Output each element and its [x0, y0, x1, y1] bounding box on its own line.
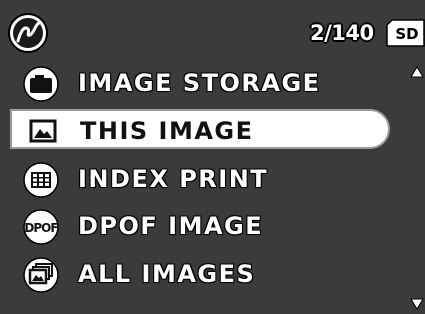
- single-image-icon: [29, 119, 57, 143]
- camera-menu-screen: 2/140 SD IMAGE STORAGE THIS IMAGE INDEX …: [0, 0, 425, 314]
- scroll-down-arrow-icon[interactable]: [410, 298, 424, 310]
- menu-item-index-print[interactable]: INDEX PRINT: [0, 158, 395, 200]
- multiple-images-icon: [23, 257, 59, 293]
- menu-item-this-image[interactable]: THIS IMAGE: [10, 109, 390, 149]
- menu-item-dpof-image[interactable]: DPOF DPOF IMAGE: [0, 205, 395, 247]
- index-grid-icon: [23, 162, 59, 198]
- menu-item-label: ALL IMAGES: [78, 260, 256, 288]
- menu-item-label: THIS IMAGE: [80, 117, 254, 145]
- menu-item-label: IMAGE STORAGE: [78, 69, 321, 97]
- dpof-icon: DPOF: [23, 209, 59, 245]
- menu-item-all-images[interactable]: ALL IMAGES: [0, 253, 395, 295]
- menu-item-label: DPOF IMAGE: [78, 212, 264, 240]
- sd-card-label: SD: [395, 25, 418, 43]
- print-menu-list: IMAGE STORAGE THIS IMAGE INDEX PRINT DPO…: [0, 62, 425, 307]
- no-pen-playback-icon: [8, 13, 48, 53]
- camera-icon: [23, 66, 59, 102]
- sd-card-icon: SD: [386, 19, 425, 47]
- menu-item-image-storage[interactable]: IMAGE STORAGE: [0, 62, 395, 104]
- menu-item-label: INDEX PRINT: [78, 165, 269, 193]
- image-counter: 2/140: [310, 21, 374, 45]
- dpof-icon-label: DPOF: [24, 221, 58, 235]
